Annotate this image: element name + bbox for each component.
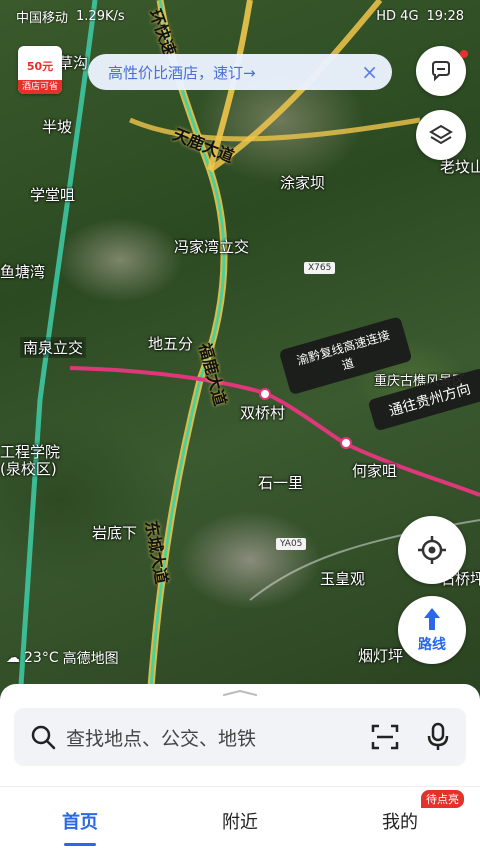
- map-label[interactable]: 半坡: [42, 116, 72, 137]
- crosshair-icon: [418, 536, 446, 564]
- road-shield: X765: [304, 262, 336, 274]
- nav-mine[interactable]: 我的: [350, 808, 450, 834]
- search-icon: [31, 725, 56, 750]
- nav-nearby[interactable]: 附近: [190, 808, 290, 834]
- notification-dot: [460, 50, 468, 58]
- locate-button[interactable]: [398, 516, 466, 584]
- status-bar: 中国移动 1.29K/s HD 4G 19:28: [0, 0, 480, 32]
- hotel-promo-badge[interactable]: 50元 酒店可省: [18, 46, 62, 94]
- message-button[interactable]: [416, 46, 468, 96]
- bottom-nav: 首页 附近 我的: [0, 786, 480, 854]
- road-shield: YA05: [276, 538, 307, 550]
- network-indicator: HD 4G: [376, 8, 419, 24]
- clock: 19:28: [426, 8, 464, 24]
- layers-icon: [429, 124, 453, 145]
- nav-badge: 待点亮: [421, 790, 464, 808]
- search-placeholder[interactable]: 查找地点、公交、地铁: [66, 724, 370, 751]
- map-label[interactable]: 石一里: [258, 472, 303, 493]
- map-label[interactable]: 双桥村: [240, 402, 285, 423]
- nav-home[interactable]: 首页: [30, 808, 130, 846]
- route-button[interactable]: 路线: [398, 596, 466, 664]
- map-view[interactable]: 草沟 半坡 学堂咀 鱼塘湾 南泉立交 地五分 冯家湾立交 涂家坝 老坟山 双桥村…: [0, 0, 480, 700]
- banner-text: 高性价比酒店，速订→: [108, 63, 256, 82]
- map-label[interactable]: 岩底下: [92, 522, 137, 543]
- map-label[interactable]: 玉皇观: [320, 568, 365, 589]
- promo-amount: 50元: [26, 60, 54, 73]
- bottom-sheet[interactable]: 查找地点、公交、地铁: [0, 684, 480, 786]
- route-arrow-icon: [424, 608, 440, 630]
- layers-button[interactable]: [416, 110, 466, 160]
- search-bar[interactable]: 查找地点、公交、地铁: [14, 708, 466, 766]
- map-label[interactable]: 地五分: [148, 333, 193, 354]
- close-icon[interactable]: ×: [361, 60, 378, 84]
- map-label[interactable]: 南泉立交: [20, 337, 87, 358]
- chat-icon: [432, 61, 450, 82]
- promo-tag: 酒店可省: [18, 80, 62, 94]
- map-label[interactable]: (泉校区): [0, 458, 57, 479]
- map-label[interactable]: 冯家湾立交: [174, 236, 249, 257]
- temperature: 23°C: [24, 650, 59, 666]
- map-provider-logo: 高德地图: [62, 651, 119, 667]
- map-label[interactable]: 鱼塘湾: [0, 261, 45, 282]
- map-label[interactable]: 涂家坝: [280, 172, 325, 193]
- map-label[interactable]: 何家咀: [352, 460, 397, 481]
- map-label[interactable]: 草沟: [58, 52, 88, 73]
- sheet-handle-icon[interactable]: [222, 690, 258, 696]
- map-label[interactable]: 学堂咀: [30, 184, 75, 205]
- cloud-icon: ☁: [6, 650, 20, 666]
- network-speed: 1.29K/s: [76, 8, 125, 24]
- route-label: 路线: [418, 637, 446, 653]
- scan-icon[interactable]: [370, 722, 400, 752]
- map-label[interactable]: 烟灯坪: [358, 645, 403, 666]
- weather-widget[interactable]: ☁ 23°C 高德地图: [6, 648, 119, 668]
- microphone-icon[interactable]: [426, 722, 450, 752]
- hotel-banner[interactable]: 高性价比酒店，速订→ ×: [88, 54, 392, 90]
- carrier-label: 中国移动: [16, 10, 69, 26]
